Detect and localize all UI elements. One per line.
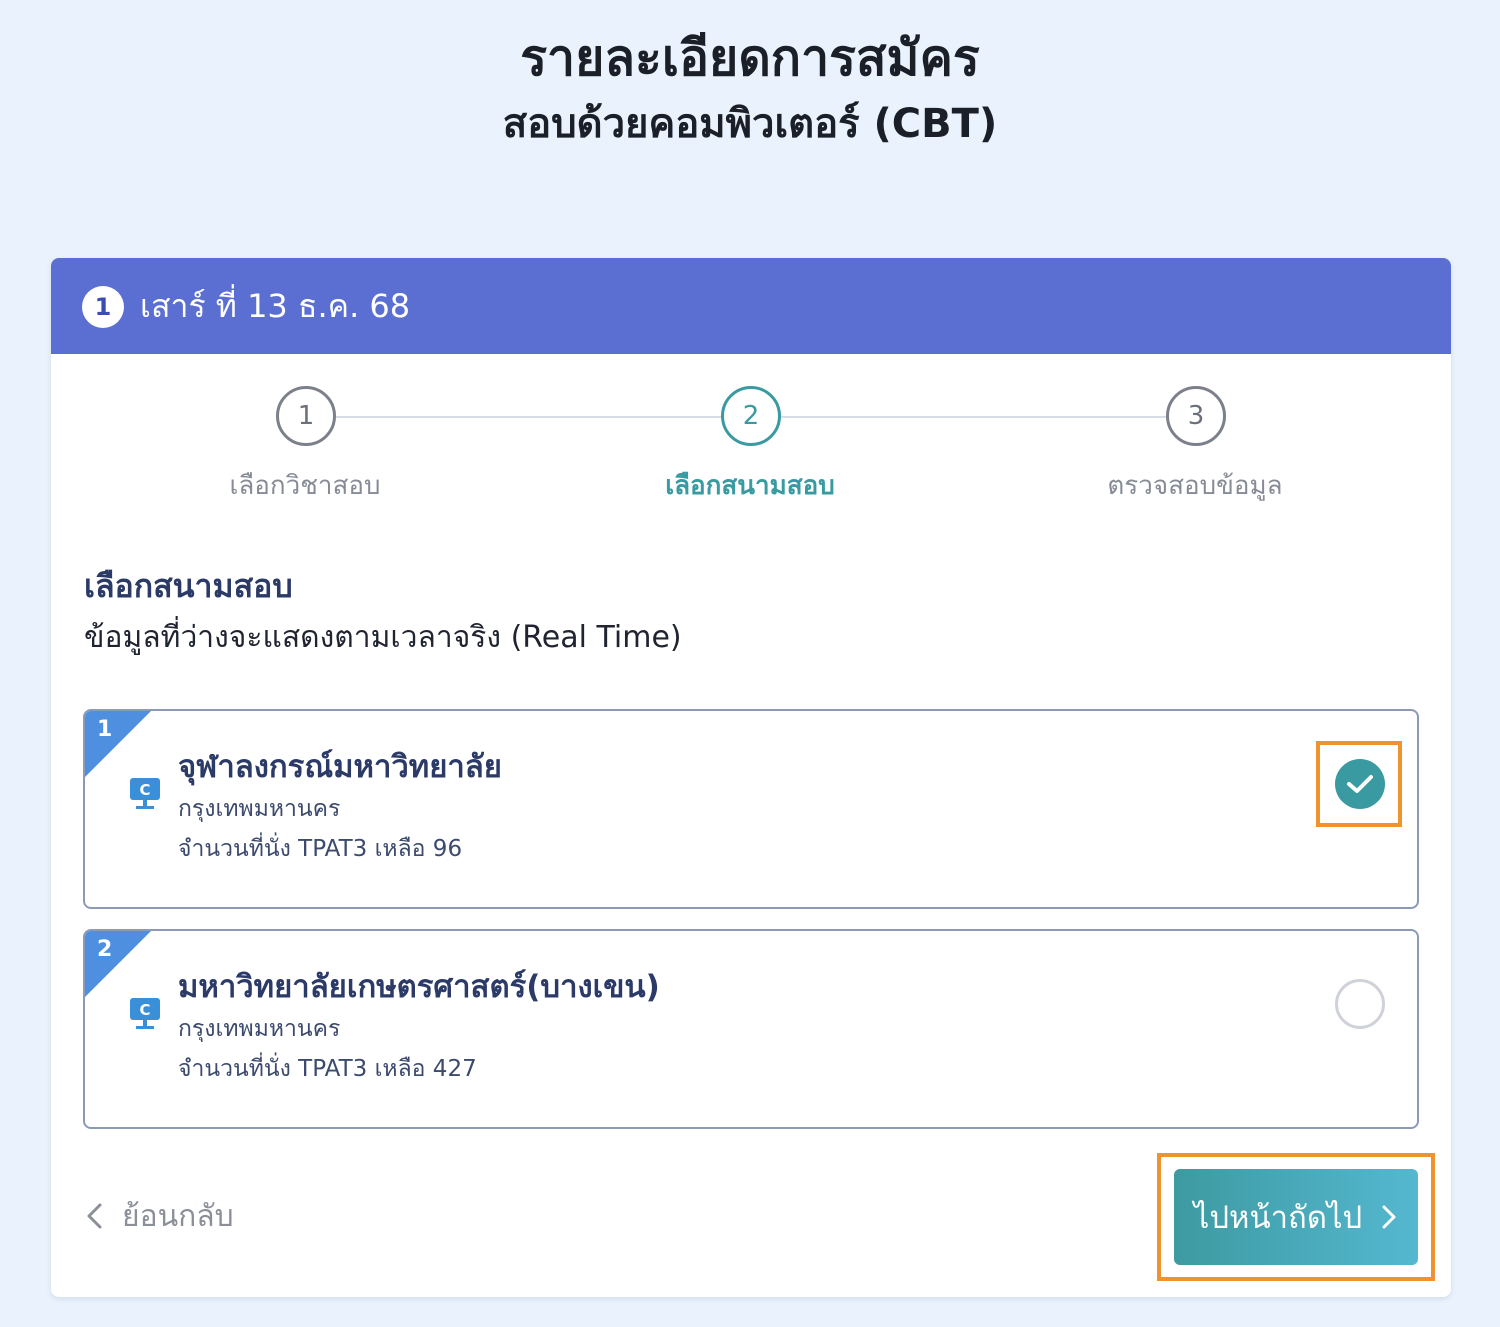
step-3-label: ตรวจสอบข้อมูล [1107, 471, 1283, 501]
step-1-circle: 1 [276, 386, 336, 446]
session-number-badge: 1 [82, 286, 124, 328]
step-3-circle: 3 [1166, 386, 1226, 446]
highlight-box-radio [1316, 741, 1402, 827]
venue-index-corner [85, 931, 151, 997]
back-link[interactable]: ย้อนกลับ [84, 1192, 234, 1240]
venue-option-1[interactable]: 1 C จุฬาลงกรณ์มหาวิทยาลัย กรุงเทพมหานคร … [83, 709, 1419, 909]
session-date: เสาร์ ที่ 13 ธ.ค. 68 [140, 287, 411, 325]
venue-index: 1 [97, 717, 113, 742]
chevron-right-icon [1382, 1205, 1396, 1229]
venue-seats: จำนวนที่นั่ง TPAT3 เหลือ 96 [178, 836, 463, 862]
computer-icon-letter: C [139, 781, 150, 799]
session-header: 1 เสาร์ ที่ 13 ธ.ค. 68 [51, 258, 1451, 354]
progress-stepper: 1 2 3 เลือกวิชาสอบ เลือกสนามสอบ ตรวจสอบข… [51, 386, 1451, 506]
venue-name: จุฬาลงกรณ์มหาวิทยาลัย [178, 749, 502, 785]
chevron-left-icon [87, 1203, 102, 1229]
step-1-label: เลือกวิชาสอบ [229, 471, 381, 501]
venue-name: มหาวิทยาลัยเกษตรศาสตร์(บางเขน) [178, 969, 660, 1005]
page-subtitle: สอบด้วยคอมพิวเตอร์ (CBT) [502, 101, 998, 147]
venue-index-corner [85, 711, 151, 777]
computer-c-icon: C [130, 778, 160, 809]
next-label: ไปหน้าถัดไป [1193, 1200, 1363, 1236]
venue-province: กรุงเทพมหานคร [178, 796, 341, 822]
venue-radio-unselected[interactable] [1335, 979, 1385, 1029]
step-connector [335, 416, 723, 418]
section-title: เลือกสนามสอบ [84, 567, 293, 605]
next-page-button[interactable]: ไปหน้าถัดไป [1174, 1169, 1418, 1265]
step-2-circle: 2 [721, 386, 781, 446]
venue-option-2[interactable]: 2 C มหาวิทยาลัยเกษตรศาสตร์(บางเขน) กรุงเ… [83, 929, 1419, 1129]
page-title: รายละเอียดการสมัคร [520, 29, 980, 87]
step-connector [781, 416, 1169, 418]
back-label: ย้อนกลับ [122, 1198, 234, 1234]
computer-c-icon: C [130, 998, 160, 1029]
venue-index: 2 [97, 937, 113, 962]
computer-icon-letter: C [139, 1001, 150, 1019]
venue-province: กรุงเทพมหานคร [178, 1016, 341, 1042]
step-2-label: เลือกสนามสอบ [665, 471, 835, 501]
registration-card: 1 เสาร์ ที่ 13 ธ.ค. 68 1 2 3 เลือกวิชาสอ… [51, 258, 1451, 1297]
section-description: ข้อมูลที่ว่างจะแสดงตามเวลาจริง (Real Tim… [84, 620, 682, 655]
venue-seats: จำนวนที่นั่ง TPAT3 เหลือ 427 [178, 1056, 477, 1082]
page-header: รายละเอียดการสมัคร สอบด้วยคอมพิวเตอร์ (C… [0, 24, 1500, 152]
